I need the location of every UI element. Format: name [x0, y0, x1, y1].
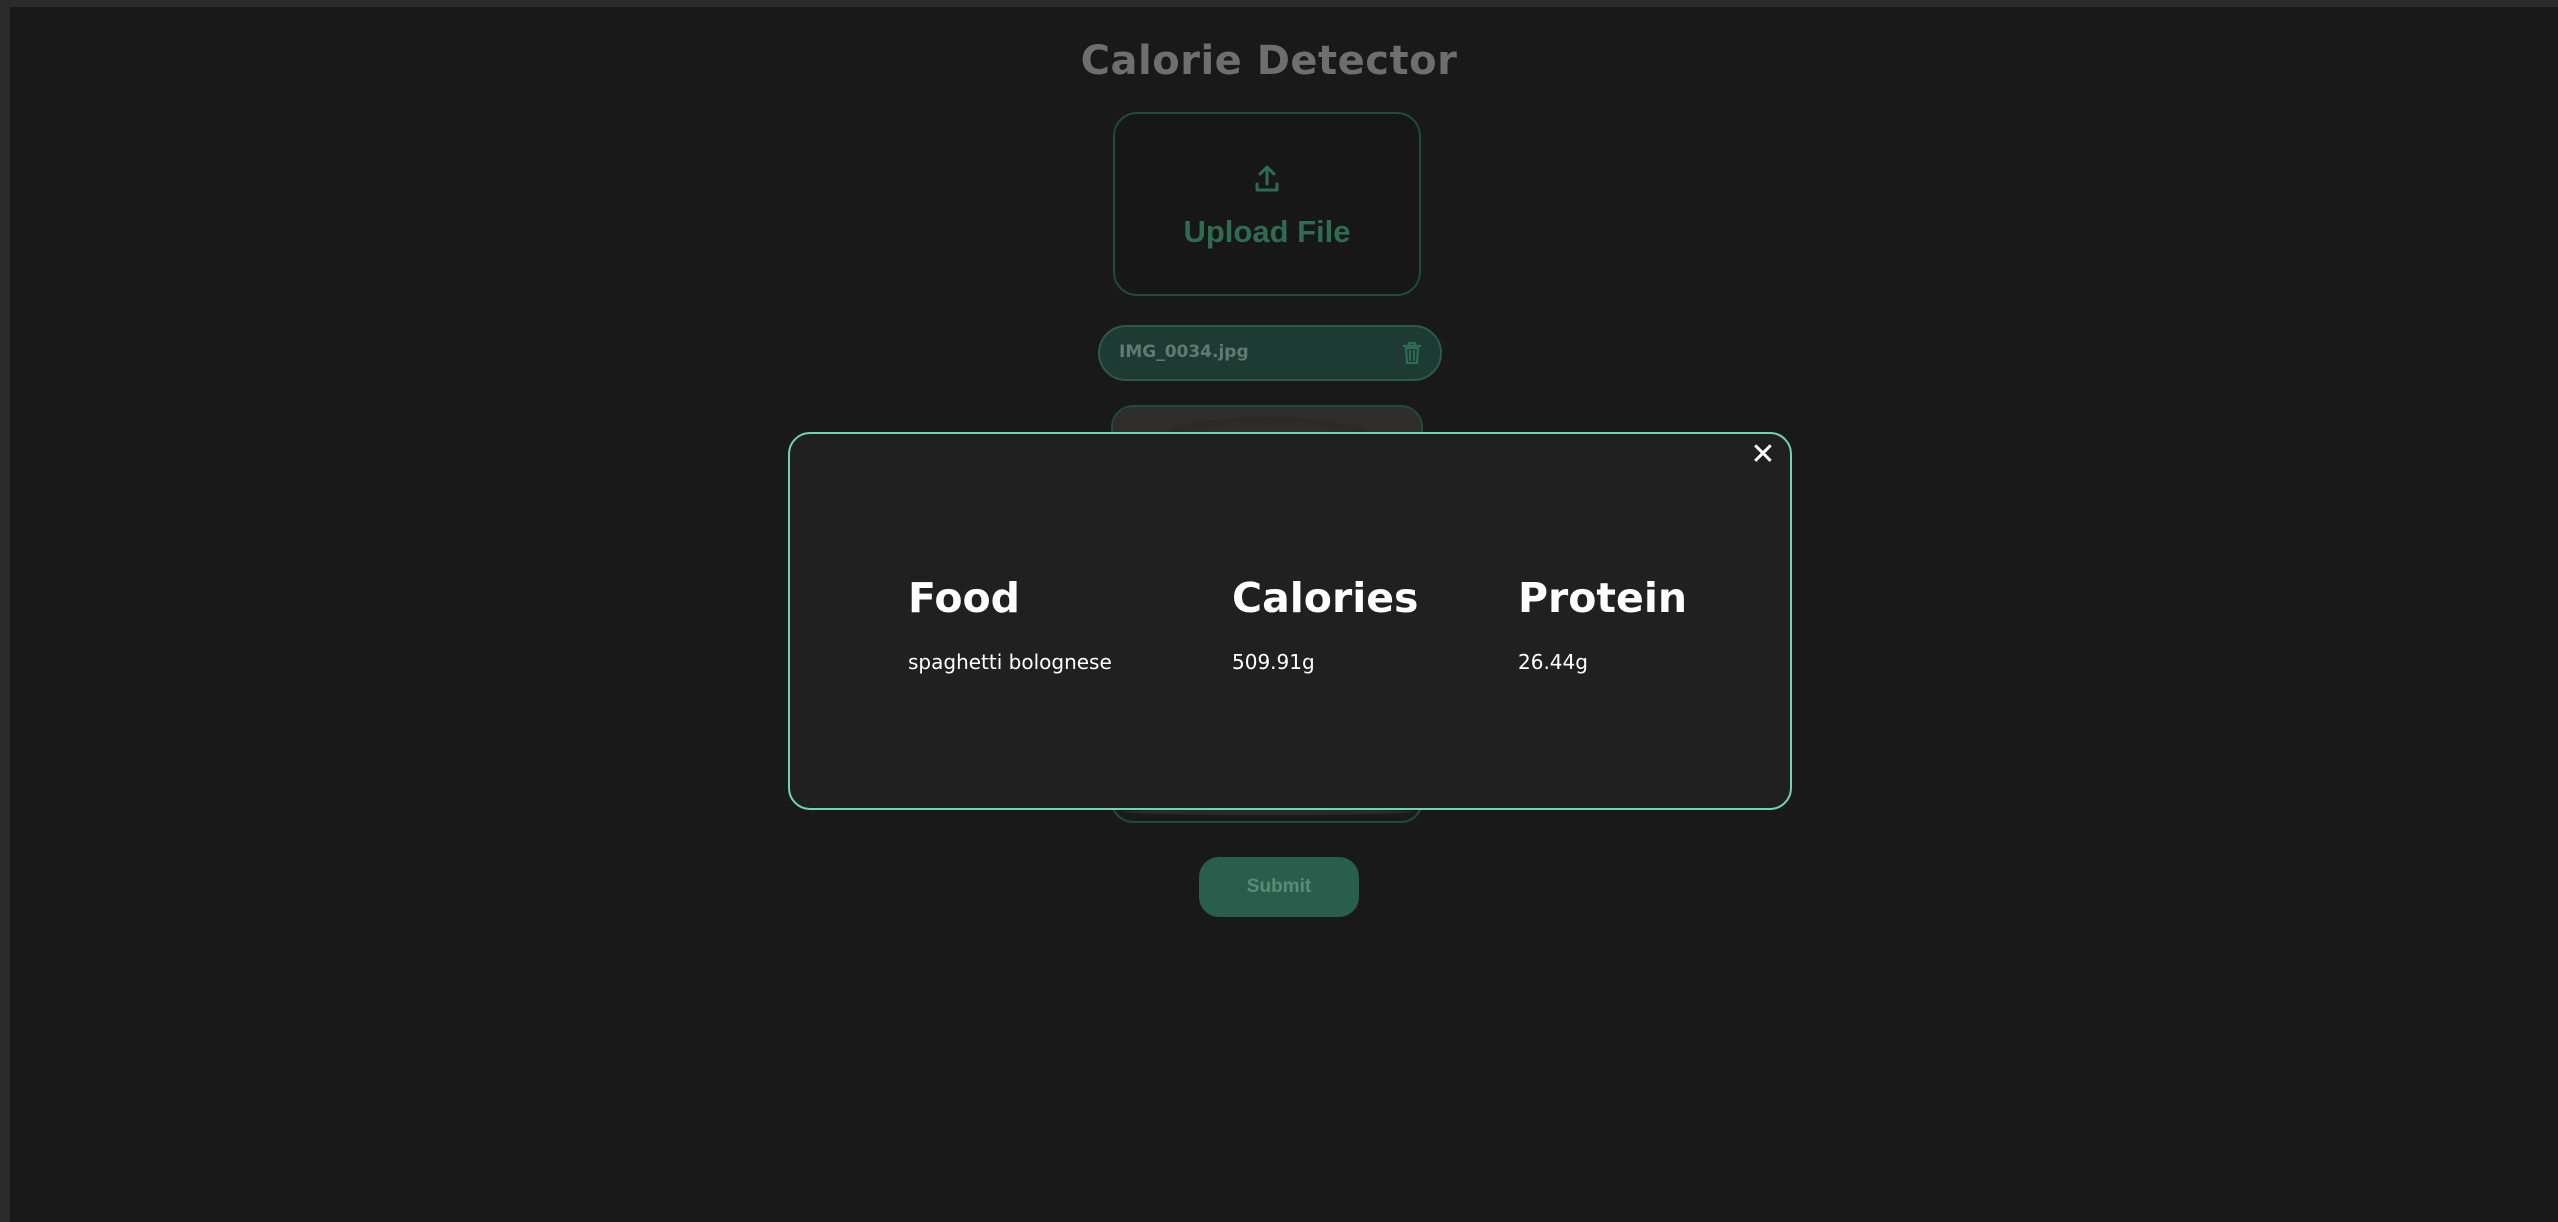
- upload-file-dropzone[interactable]: Upload File: [1113, 112, 1421, 296]
- results-column-protein: Protein 26.44g: [1518, 574, 1687, 674]
- upload-icon: [1255, 165, 1279, 192]
- trash-icon[interactable]: [1398, 339, 1426, 367]
- results-modal: ✕ Food spaghetti bolognese Calories 509.…: [788, 432, 1792, 810]
- protein-value: 26.44g: [1518, 650, 1588, 674]
- calories-header: Calories: [1232, 574, 1419, 622]
- results-column-calories: Calories 509.91g: [1232, 574, 1418, 674]
- results-column-food: Food spaghetti bolognese: [908, 574, 1112, 674]
- protein-header: Protein: [1518, 574, 1688, 622]
- close-icon[interactable]: ✕: [1746, 438, 1780, 472]
- calories-value: 509.91g: [1232, 650, 1315, 674]
- submit-button[interactable]: Submit: [1199, 857, 1359, 917]
- file-name: IMG_0034.jpg: [1119, 342, 1249, 362]
- food-value: spaghetti bolognese: [908, 650, 1112, 674]
- selected-file-chip: IMG_0034.jpg: [1098, 325, 1442, 381]
- upload-file-label: Upload File: [1183, 214, 1351, 249]
- food-header: Food: [908, 574, 1021, 622]
- page-title: Calorie Detector: [1080, 38, 1458, 84]
